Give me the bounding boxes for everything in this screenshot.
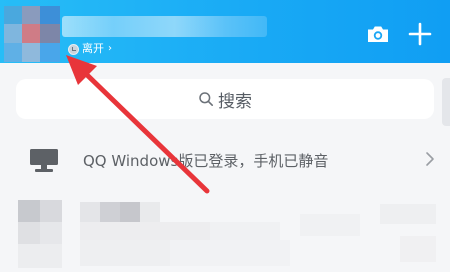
- monitor-icon: [30, 149, 58, 172]
- camera-icon: [368, 26, 388, 42]
- avatar[interactable]: [4, 6, 60, 62]
- status-label: 离开: [82, 42, 104, 55]
- header-bar: 离开 ›: [0, 0, 450, 63]
- contact-list-item-blurred[interactable]: [0, 196, 450, 272]
- online-status[interactable]: 离开 ›: [68, 42, 112, 56]
- add-button[interactable]: [408, 22, 432, 46]
- device-login-notice[interactable]: QQ Windows版已登录，手机已静音: [0, 138, 450, 182]
- away-status-icon: [68, 43, 79, 55]
- scrollbar[interactable]: [442, 78, 450, 126]
- search-placeholder: 搜索: [218, 91, 252, 112]
- status-chevron-icon: ›: [108, 43, 112, 54]
- search-icon: [199, 92, 213, 106]
- search-input[interactable]: 搜索: [16, 79, 434, 119]
- camera-button[interactable]: [366, 22, 390, 46]
- device-login-text: QQ Windows版已登录，手机已静音: [83, 152, 329, 170]
- plus-icon: [408, 22, 432, 46]
- chevron-right-icon: [426, 152, 434, 166]
- profile-name-blurred: [62, 16, 267, 37]
